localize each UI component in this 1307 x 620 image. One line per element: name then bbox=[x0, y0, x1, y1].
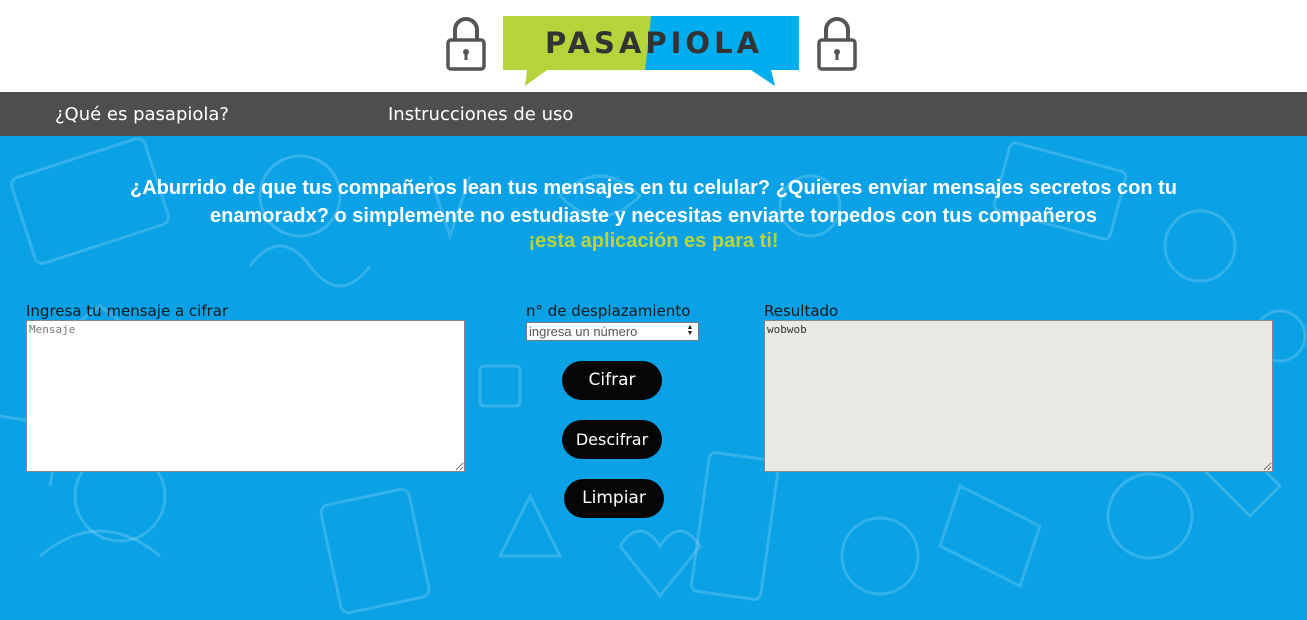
result-output[interactable]: wobwob bbox=[764, 320, 1273, 472]
shift-input[interactable] bbox=[527, 323, 682, 340]
shift-label: n° de desplazamiento bbox=[526, 302, 691, 320]
message-input[interactable] bbox=[26, 320, 465, 472]
message-label: Ingresa tu mensaje a cifrar bbox=[26, 302, 229, 320]
lock-icon bbox=[446, 17, 486, 71]
shift-field: ▲▼ bbox=[526, 322, 699, 341]
main-area: ¿Aburrido de que tus compañeros lean tus… bbox=[0, 136, 1307, 620]
nav-item-instrucciones[interactable]: Instrucciones de uso bbox=[388, 104, 573, 125]
headline-line-1: ¿Aburrido de que tus compañeros lean tus… bbox=[130, 177, 1177, 199]
decipher-button[interactable]: Descifrar bbox=[562, 420, 662, 459]
header: PASAPIOLA bbox=[0, 0, 1307, 92]
result-label: Resultado bbox=[764, 302, 839, 320]
spinner-arrows-icon[interactable]: ▲ ▼ bbox=[685, 324, 695, 338]
clear-button[interactable]: Limpiar bbox=[564, 479, 664, 518]
hero-headline: ¿Aburrido de que tus compañeros lean tus… bbox=[60, 174, 1247, 230]
cipher-button[interactable]: Cifrar bbox=[562, 361, 662, 400]
nav-item-que-es[interactable]: ¿Qué es pasapiola? bbox=[55, 104, 229, 125]
main-nav: ¿Qué es pasapiola? Instrucciones de uso bbox=[0, 92, 1307, 136]
logo-text: PASAPIOLA bbox=[545, 26, 763, 60]
pasapiola-logo: PASAPIOLA bbox=[503, 16, 799, 88]
headline-line-2: enamoradx? o simplemente no estudiaste y… bbox=[210, 205, 1097, 227]
lock-icon bbox=[817, 17, 857, 71]
hero-highlight: ¡esta aplicación es para ti! bbox=[528, 230, 779, 252]
